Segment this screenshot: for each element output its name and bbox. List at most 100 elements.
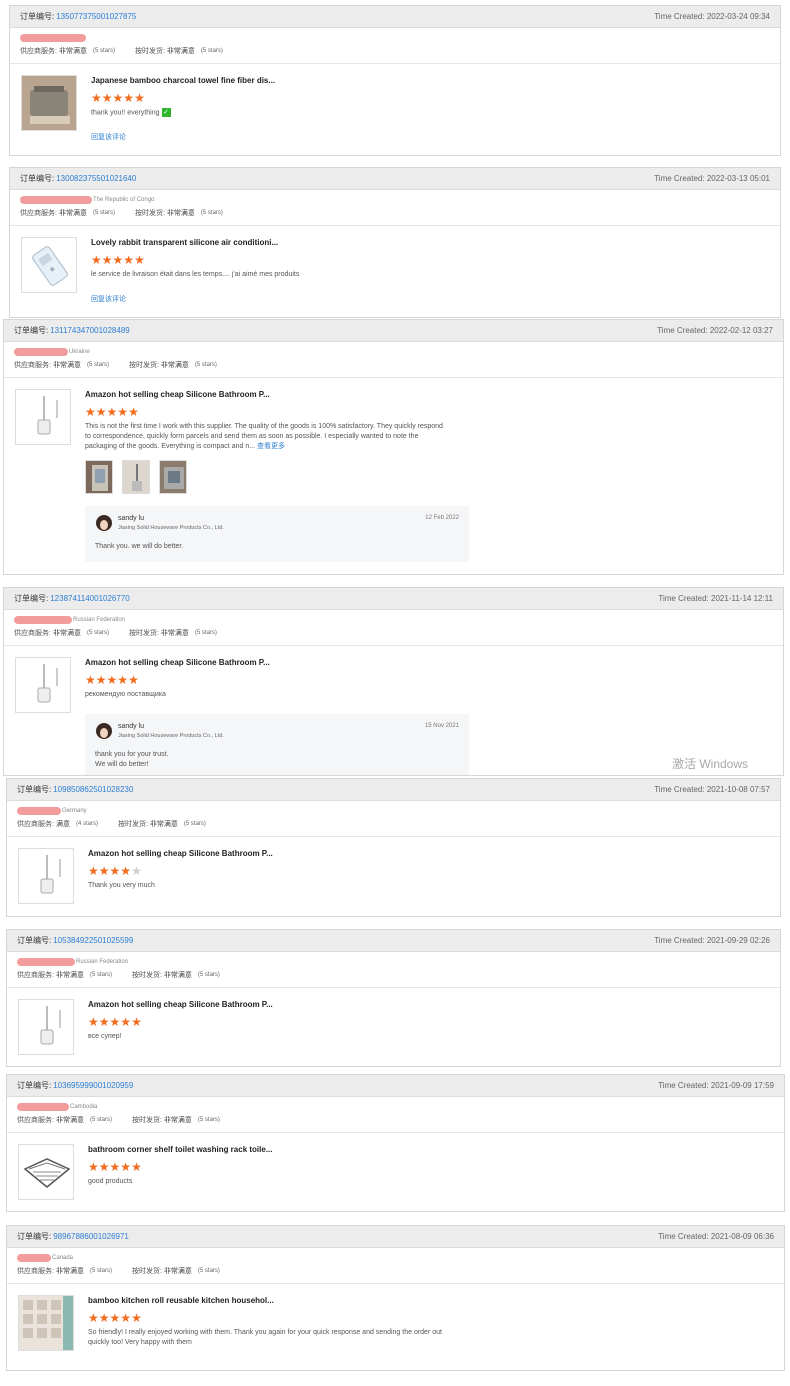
order-number-link[interactable]: 131174347001028489 [50,326,130,335]
reply-review-link[interactable]: 回复该评论 [91,294,770,304]
shipping-stars: (5 stars) [200,209,223,216]
supplier-service-label: 供应商服务: [17,1116,54,1124]
shipping-stars: (5 stars) [200,47,223,54]
order-number-link[interactable]: 103695999001020959 [53,1081,133,1090]
time-created-label: Time Created: [654,785,705,794]
rating-stars: ★★★★★ [88,864,142,878]
order-card: 订单编号: 103695999001020959 Time Created: 20… [6,1074,785,1212]
product-thumbnail[interactable] [18,999,74,1055]
buyer-info [10,28,780,42]
shipping-value: 非常满意 [163,1116,192,1124]
order-number-link[interactable]: 123874114001026770 [50,594,130,603]
review-text: все супер! [88,1033,122,1040]
product-thumbnail[interactable] [15,657,71,713]
product-thumbnail[interactable] [18,1144,74,1200]
time-created: Time Created: 2022-03-13 05:01 [654,168,770,189]
redacted-buyer-name [17,1102,69,1111]
supplier-service-stars: (5 stars) [92,209,115,216]
time-created: Time Created: 2021-09-09 17:59 [658,1075,774,1096]
product-title[interactable]: bamboo kitchen roll reusable kitchen hou… [88,1296,774,1308]
review-text-value: thank you!! everything [91,109,160,117]
product-title[interactable]: Amazon hot selling cheap Silicone Bathro… [85,390,773,402]
review-body: Amazon hot selling cheap Silicone Bathro… [7,988,780,1055]
product-thumbnail[interactable] [18,848,74,904]
order-card: 订单编号: 105384922501025599 Time Created: 20… [6,929,781,1067]
supplier-service-label: 供应商服务: [20,47,57,55]
buyer-info: Cambodia [7,1097,784,1111]
product-title[interactable]: Amazon hot selling cheap Silicone Bathro… [88,849,770,861]
product-title[interactable]: Japanese bamboo charcoal towel fine fibe… [91,76,770,88]
shipping-label: 按时发货: [128,629,159,637]
rating-stars: ★★★★★ [88,1311,142,1325]
buyer-country: Canada [52,1254,74,1261]
product-thumbnail[interactable] [18,1295,74,1351]
redacted-buyer-name [17,806,61,815]
supplier-service-stars: (5 stars) [86,629,109,636]
product-thumbnail[interactable] [21,75,77,131]
shipping-label: 按时发货: [128,361,159,369]
order-card: 订单编号: 131174347001028489 Time Created: 20… [3,319,784,575]
supplier-service-stars: (4 stars) [75,820,98,827]
buyer-info: Canada [7,1248,784,1262]
order-card: 订单编号: 98967886001026971 Time Created: 202… [6,1225,785,1371]
shipping-label: 按时发货: [131,1267,162,1275]
time-created-value: 2021-08-09 06:36 [710,1232,774,1241]
supplier-service-stars: (5 stars) [89,971,112,978]
order-number-link[interactable]: 109850862501028230 [53,785,133,794]
shipping-value: 非常满意 [149,820,178,828]
order-card: 订单编号: 109850862501028230 Time Created: 20… [6,778,781,917]
review-photo[interactable] [85,460,113,494]
shipping-label: 按时发货: [134,47,165,55]
time-created-label: Time Created: [658,594,709,603]
reply-date: 15 Nov 2021 [424,723,459,729]
time-created-value: 2022-03-13 05:01 [706,174,770,183]
seller-reply: sandy lu Jiaxing Solid Houseware Product… [85,506,469,562]
order-no-label: 订单编号: [17,936,52,945]
review-body: Amazon hot selling cheap Silicone Bathro… [4,378,783,572]
order-header: 订单编号: 130082375501021640 Time Created: 20… [10,168,780,190]
product-thumbnail[interactable] [21,237,77,293]
buyer-info: Russian Federation [4,610,783,624]
order-header: 订单编号: 98967886001026971 Time Created: 202… [7,1226,784,1248]
shipping-stars: (5 stars) [197,1116,220,1123]
review-text: Thank you very much [88,882,155,889]
redacted-buyer-name [20,33,86,42]
order-card: 订单编号: 130082375501021640 Time Created: 20… [9,167,781,318]
product-title[interactable]: Amazon hot selling cheap Silicone Bathro… [88,1000,770,1012]
order-no-label: 订单编号: [17,785,52,794]
shipping-stars: (5 stars) [197,1267,220,1274]
order-number-link[interactable]: 98967886001026971 [53,1232,129,1241]
supplier-service-label: 供应商服务: [20,209,57,217]
reply-review-link[interactable]: 回复该评论 [91,132,770,142]
time-created-value: 2022-03-24 09:34 [706,12,770,21]
product-thumbnail[interactable] [15,389,71,445]
buyer-country: Russian Federation [73,616,126,623]
shipping-stars: (5 stars) [194,361,217,368]
time-created-value: 2021-09-29 02:26 [706,936,770,945]
windows-activation-watermark: 激活 Windows [672,757,749,771]
order-number-link[interactable]: 135077375001027875 [56,12,136,21]
review-text: good products [88,1178,133,1185]
buyer-country: Germany [62,807,87,814]
order-ratings: 供应商服务: 非常满意 (5 stars) 按时发货: 非常满意 (5 stars) [7,1111,784,1133]
product-title[interactable]: Amazon hot selling cheap Silicone Bathro… [85,658,773,670]
reply-text: thank you for your trust. We will do bett… [95,750,459,770]
product-title[interactable]: bathroom corner shelf toilet washing rac… [88,1145,774,1157]
product-title[interactable]: Lovely rabbit transparent silicone air c… [91,238,770,250]
buyer-info: Ukraine [4,342,783,356]
shipping-label: 按时发货: [134,209,165,217]
order-header: 订单编号: 105384922501025599 Time Created: 20… [7,930,780,952]
supplier-service-value: 非常满意 [55,1116,84,1124]
order-ratings: 供应商服务: 非常满意 (5 stars) 按时发货: 非常满意 (5 stars) [4,624,783,646]
time-created: Time Created: 2021-10-08 07:57 [654,779,770,800]
review-body: Japanese bamboo charcoal towel fine fibe… [10,64,780,152]
order-number-link[interactable]: 105384922501025599 [53,936,133,945]
review-photo[interactable] [159,460,187,494]
time-created-value: 2022-02-12 03:27 [709,326,773,335]
review-photo[interactable] [122,460,150,494]
see-more-link[interactable]: 查看更多 [257,443,285,450]
order-number-link[interactable]: 130082375501021640 [56,174,136,183]
shipping-value: 非常满意 [163,971,192,979]
review-body: Lovely rabbit transparent silicone air c… [10,226,780,314]
order-no-label: 订单编号: [20,12,55,21]
